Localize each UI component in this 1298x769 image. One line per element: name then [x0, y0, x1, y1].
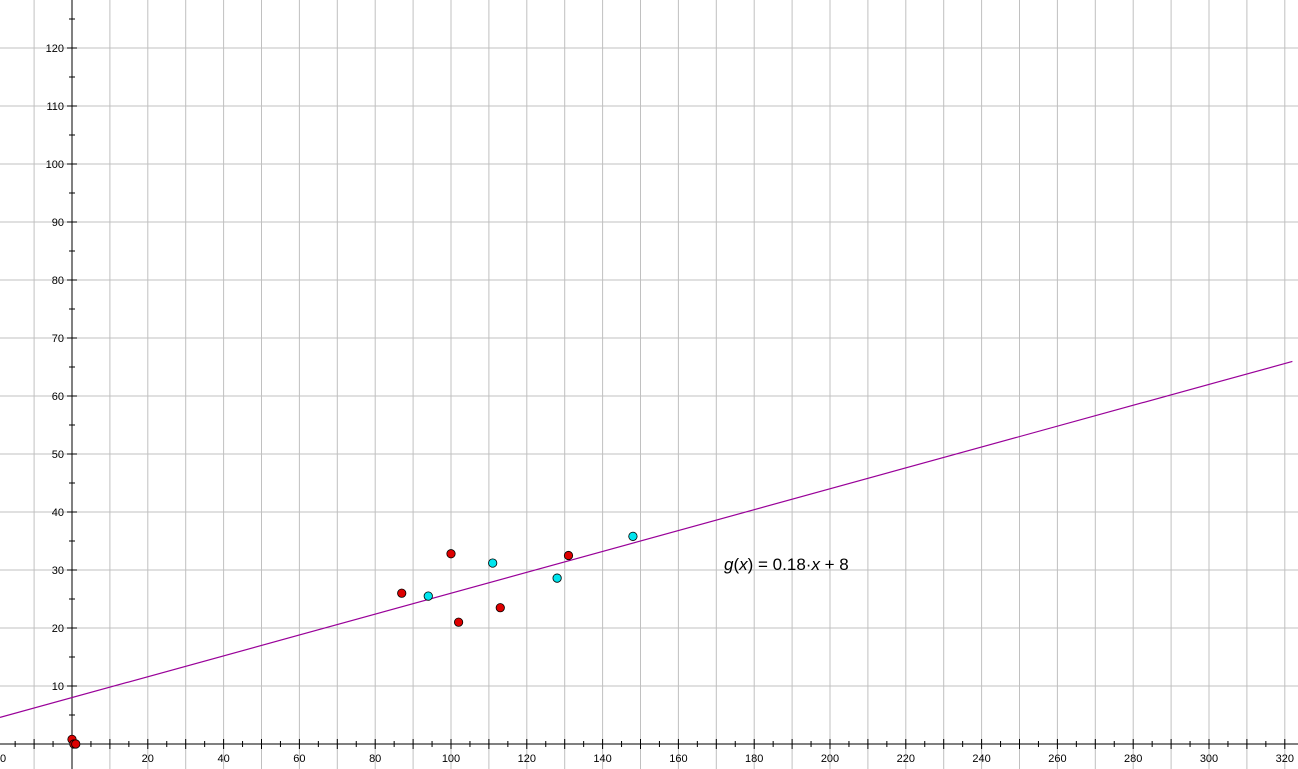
y-tick-label: 110 [46, 101, 64, 113]
y-tick-label: 40 [52, 507, 64, 519]
x-tick-label: 120 [518, 753, 536, 765]
x-tick-label: 220 [897, 753, 915, 765]
x-tick-label: 80 [369, 753, 381, 765]
x-tick-label: 0 [0, 753, 6, 765]
plot-area: 0 20 40 60 80 100 120 140 160 180 200 220 240 260 280 3… [0, 0, 1298, 769]
function-line-g [0, 360, 1293, 719]
y-tick-label: 30 [52, 565, 64, 577]
tick-labels: 0 20 40 60 80 100 120 140 160 180 200 220 240 260 280 3… [0, 43, 1294, 765]
data-point [628, 531, 638, 541]
y-tick-label: 120 [46, 43, 64, 55]
data-points [67, 531, 638, 749]
x-tick-label: 300 [1200, 753, 1218, 765]
x-tick-label: 40 [217, 753, 229, 765]
axes [0, 0, 1298, 769]
function-line [0, 360, 1293, 719]
data-point [397, 588, 407, 598]
data-point [563, 550, 574, 561]
y-tick-label: 50 [52, 449, 64, 461]
data-point [423, 591, 433, 601]
x-tick-label: 20 [142, 753, 154, 765]
data-point [71, 739, 81, 749]
y-tick-label: 80 [52, 275, 64, 287]
data-point [488, 558, 498, 568]
y-tick-label: 60 [52, 391, 64, 403]
function-label: g(x) = 0.18·x + 8 [724, 555, 849, 574]
x-tick-label: 240 [972, 753, 990, 765]
x-tick-label: 320 [1276, 753, 1294, 765]
x-tick-label: 200 [821, 753, 839, 765]
x-tick-label: 160 [669, 753, 687, 765]
data-point [552, 573, 562, 583]
x-tick-label: 180 [745, 753, 763, 765]
y-tick-label: 20 [52, 623, 64, 635]
data-point [453, 617, 464, 627]
x-tick-label: 280 [1124, 753, 1142, 765]
data-point [495, 603, 505, 613]
x-tick-label: 260 [1048, 753, 1066, 765]
x-tick-label: 60 [293, 753, 305, 765]
x-tick-label: 140 [593, 753, 611, 765]
data-point [446, 549, 456, 559]
y-tick-label: 70 [52, 333, 64, 345]
y-tick-label: 90 [52, 217, 64, 229]
x-tick-label: 100 [442, 753, 460, 765]
y-tick-label: 100 [46, 159, 64, 171]
grid-lines [0, 0, 1298, 769]
y-tick-label: 10 [52, 681, 64, 693]
